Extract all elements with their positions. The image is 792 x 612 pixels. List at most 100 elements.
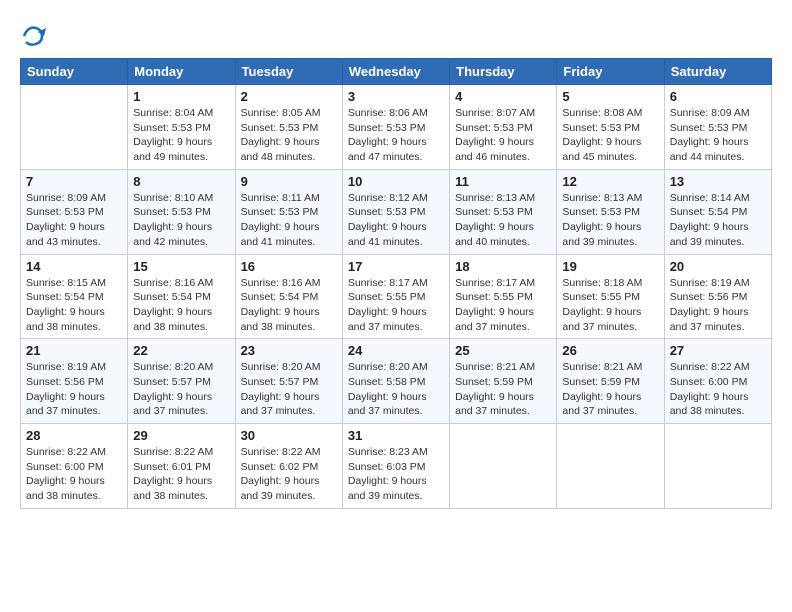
calendar-cell: 21 Sunrise: 8:19 AM Sunset: 5:56 PM Dayli… <box>21 339 128 424</box>
day-info: Sunrise: 8:23 AM Sunset: 6:03 PM Dayligh… <box>348 445 444 504</box>
calendar-cell: 9 Sunrise: 8:11 AM Sunset: 5:53 PM Daylig… <box>235 169 342 254</box>
calendar-cell: 1Sunrise: 8:04 AM Sunset: 5:53 PM Daylig… <box>128 85 235 170</box>
calendar-cell: 15 Sunrise: 8:16 AM Sunset: 5:54 PM Dayli… <box>128 254 235 339</box>
day-info: Sunrise: 8:22 AM Sunset: 6:00 PM Dayligh… <box>26 445 122 504</box>
day-info: Sunrise: 8:16 AM Sunset: 5:54 PM Dayligh… <box>133 276 229 335</box>
calendar-week-2: 7 Sunrise: 8:09 AM Sunset: 5:53 PM Daylig… <box>21 169 772 254</box>
calendar-cell: 30 Sunrise: 8:22 AM Sunset: 6:02 PM Dayli… <box>235 424 342 509</box>
calendar-cell: 26Sunrise: 8:21 AM Sunset: 5:59 PM Dayli… <box>557 339 664 424</box>
day-number: 9 <box>241 174 337 189</box>
day-number: 8 <box>133 174 229 189</box>
day-number: 11 <box>455 174 551 189</box>
day-number: 16 <box>241 259 337 274</box>
day-info: Sunrise: 8:20 AM Sunset: 5:57 PM Dayligh… <box>133 360 229 419</box>
day-number: 2 <box>241 89 337 104</box>
day-number: 18 <box>455 259 551 274</box>
day-info: Sunrise: 8:19 AM Sunset: 5:56 PM Dayligh… <box>26 360 122 419</box>
day-info: Sunrise: 8:13 AM Sunset: 5:53 PM Dayligh… <box>455 191 551 250</box>
calendar-cell <box>557 424 664 509</box>
calendar-cell: 24 Sunrise: 8:20 AM Sunset: 5:58 PM Dayli… <box>342 339 449 424</box>
day-number: 23 <box>241 343 337 358</box>
day-number: 21 <box>26 343 122 358</box>
day-number: 31 <box>348 428 444 443</box>
day-number: 14 <box>26 259 122 274</box>
calendar-cell: 31 Sunrise: 8:23 AM Sunset: 6:03 PM Dayli… <box>342 424 449 509</box>
calendar-cell: 18 Sunrise: 8:17 AM Sunset: 5:55 PM Dayli… <box>450 254 557 339</box>
day-info: Sunrise: 8:12 AM Sunset: 5:53 PM Dayligh… <box>348 191 444 250</box>
day-info: Sunrise: 8:19 AM Sunset: 5:56 PM Dayligh… <box>670 276 766 335</box>
calendar-cell: 4 Sunrise: 8:07 AM Sunset: 5:53 PM Daylig… <box>450 85 557 170</box>
calendar-cell: 10 Sunrise: 8:12 AM Sunset: 5:53 PM Dayli… <box>342 169 449 254</box>
day-info: Sunrise: 8:18 AM Sunset: 5:55 PM Dayligh… <box>562 276 658 335</box>
calendar-cell: 23 Sunrise: 8:20 AM Sunset: 5:57 PM Dayli… <box>235 339 342 424</box>
day-number: 25 <box>455 343 551 358</box>
calendar-cell: 28 Sunrise: 8:22 AM Sunset: 6:00 PM Dayli… <box>21 424 128 509</box>
day-info: Sunrise: 8:22 AM Sunset: 6:01 PM Dayligh… <box>133 445 229 504</box>
calendar-header-friday: Friday <box>557 59 664 85</box>
day-number: 10 <box>348 174 444 189</box>
day-info: Sunrise: 8:14 AM Sunset: 5:54 PM Dayligh… <box>670 191 766 250</box>
day-number: 20 <box>670 259 766 274</box>
calendar-cell: 19 Sunrise: 8:18 AM Sunset: 5:55 PM Dayli… <box>557 254 664 339</box>
calendar-cell: 2 Sunrise: 8:05 AM Sunset: 5:53 PM Daylig… <box>235 85 342 170</box>
day-number: 15 <box>133 259 229 274</box>
calendar-cell: 7 Sunrise: 8:09 AM Sunset: 5:53 PM Daylig… <box>21 169 128 254</box>
day-number: 17 <box>348 259 444 274</box>
calendar-cell: 25 Sunrise: 8:21 AM Sunset: 5:59 PM Dayli… <box>450 339 557 424</box>
calendar-cell: 3Sunrise: 8:06 AM Sunset: 5:53 PM Daylig… <box>342 85 449 170</box>
day-number: 4 <box>455 89 551 104</box>
day-info: Sunrise: 8:17 AM Sunset: 5:55 PM Dayligh… <box>455 276 551 335</box>
calendar-cell <box>21 85 128 170</box>
calendar-header-wednesday: Wednesday <box>342 59 449 85</box>
day-number: 7 <box>26 174 122 189</box>
day-number: 30 <box>241 428 337 443</box>
calendar-cell: 11 Sunrise: 8:13 AM Sunset: 5:53 PM Dayli… <box>450 169 557 254</box>
calendar-cell: 20 Sunrise: 8:19 AM Sunset: 5:56 PM Dayli… <box>664 254 771 339</box>
day-number: 26 <box>562 343 658 358</box>
day-info: Sunrise: 8:09 AM Sunset: 5:53 PM Dayligh… <box>26 191 122 250</box>
header <box>20 18 772 50</box>
day-info: Sunrise: 8:21 AM Sunset: 5:59 PM Dayligh… <box>455 360 551 419</box>
calendar-header-thursday: Thursday <box>450 59 557 85</box>
day-number: 28 <box>26 428 122 443</box>
calendar-cell: 16 Sunrise: 8:16 AM Sunset: 5:54 PM Dayli… <box>235 254 342 339</box>
day-number: 5 <box>562 89 658 104</box>
day-info: Sunrise: 8:15 AM Sunset: 5:54 PM Dayligh… <box>26 276 122 335</box>
day-info: Sunrise: 8:08 AM Sunset: 5:53 PM Dayligh… <box>562 106 658 165</box>
calendar-cell: 13Sunrise: 8:14 AM Sunset: 5:54 PM Dayli… <box>664 169 771 254</box>
calendar-cell: 17Sunrise: 8:17 AM Sunset: 5:55 PM Dayli… <box>342 254 449 339</box>
day-number: 24 <box>348 343 444 358</box>
day-number: 6 <box>670 89 766 104</box>
day-info: Sunrise: 8:11 AM Sunset: 5:53 PM Dayligh… <box>241 191 337 250</box>
calendar-week-1: 1Sunrise: 8:04 AM Sunset: 5:53 PM Daylig… <box>21 85 772 170</box>
day-number: 1 <box>133 89 229 104</box>
calendar-cell: 12Sunrise: 8:13 AM Sunset: 5:53 PM Dayli… <box>557 169 664 254</box>
day-number: 19 <box>562 259 658 274</box>
day-info: Sunrise: 8:05 AM Sunset: 5:53 PM Dayligh… <box>241 106 337 165</box>
calendar-cell <box>664 424 771 509</box>
day-number: 29 <box>133 428 229 443</box>
logo-icon <box>20 22 48 50</box>
logo <box>20 22 52 50</box>
day-info: Sunrise: 8:16 AM Sunset: 5:54 PM Dayligh… <box>241 276 337 335</box>
calendar-week-5: 28 Sunrise: 8:22 AM Sunset: 6:00 PM Dayli… <box>21 424 772 509</box>
day-info: Sunrise: 8:09 AM Sunset: 5:53 PM Dayligh… <box>670 106 766 165</box>
calendar-header-tuesday: Tuesday <box>235 59 342 85</box>
day-info: Sunrise: 8:20 AM Sunset: 5:57 PM Dayligh… <box>241 360 337 419</box>
calendar-cell: 8 Sunrise: 8:10 AM Sunset: 5:53 PM Daylig… <box>128 169 235 254</box>
day-info: Sunrise: 8:20 AM Sunset: 5:58 PM Dayligh… <box>348 360 444 419</box>
calendar-cell <box>450 424 557 509</box>
calendar-cell: 5 Sunrise: 8:08 AM Sunset: 5:53 PM Daylig… <box>557 85 664 170</box>
day-info: Sunrise: 8:10 AM Sunset: 5:53 PM Dayligh… <box>133 191 229 250</box>
calendar-cell: 14 Sunrise: 8:15 AM Sunset: 5:54 PM Dayli… <box>21 254 128 339</box>
calendar-cell: 22Sunrise: 8:20 AM Sunset: 5:57 PM Dayli… <box>128 339 235 424</box>
page: SundayMondayTuesdayWednesdayThursdayFrid… <box>0 0 792 519</box>
day-info: Sunrise: 8:06 AM Sunset: 5:53 PM Dayligh… <box>348 106 444 165</box>
calendar-header-saturday: Saturday <box>664 59 771 85</box>
day-info: Sunrise: 8:13 AM Sunset: 5:53 PM Dayligh… <box>562 191 658 250</box>
day-info: Sunrise: 8:07 AM Sunset: 5:53 PM Dayligh… <box>455 106 551 165</box>
day-info: Sunrise: 8:22 AM Sunset: 6:02 PM Dayligh… <box>241 445 337 504</box>
calendar-cell: 6 Sunrise: 8:09 AM Sunset: 5:53 PM Daylig… <box>664 85 771 170</box>
calendar-header-row: SundayMondayTuesdayWednesdayThursdayFrid… <box>21 59 772 85</box>
calendar-header-sunday: Sunday <box>21 59 128 85</box>
